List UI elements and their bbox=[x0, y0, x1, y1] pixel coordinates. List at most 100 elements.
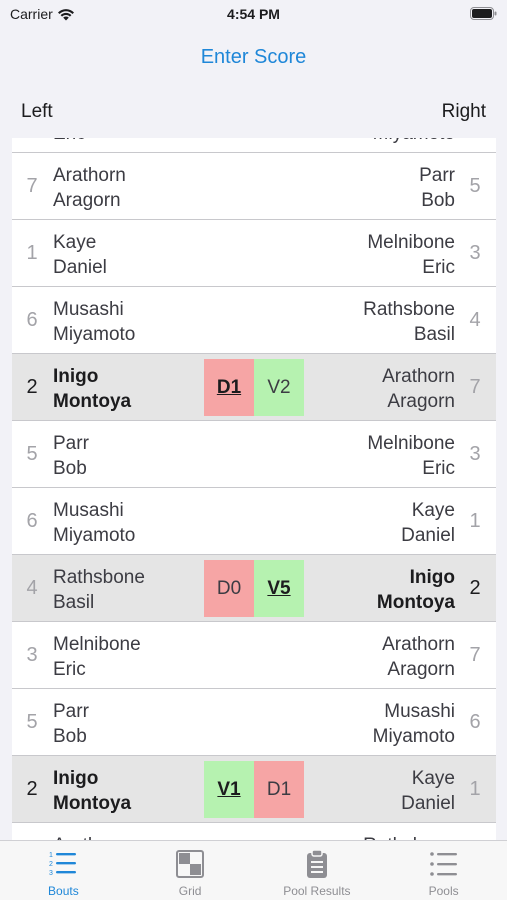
bout-row[interactable]: 1 Kaye Daniel Melnibone Eric 3 bbox=[12, 220, 496, 287]
right-fencer-last: Aragorn bbox=[387, 659, 455, 680]
tab-pool-results[interactable]: Pool Results bbox=[254, 841, 381, 900]
left-fencer-first: Parr bbox=[53, 701, 89, 722]
tab-bouts-label: Bouts bbox=[48, 884, 79, 898]
right-fencer-name: Rathsbone Basil bbox=[363, 297, 455, 347]
right-score-cell[interactable]: V5 bbox=[254, 560, 304, 617]
bout-row[interactable]: 5 Parr Bob Musashi Miyamoto 6 bbox=[12, 689, 496, 756]
right-fencer-last: Montoya bbox=[376, 592, 455, 613]
left-score-cell[interactable]: D0 bbox=[204, 560, 254, 617]
right-fencer-last: Eric bbox=[422, 257, 455, 278]
tab-bar: 1 2 3 Bouts Grid Pool Results Pools bbox=[0, 840, 507, 900]
left-fencer-name: Arathorn Aragorn bbox=[53, 163, 126, 213]
svg-text:1: 1 bbox=[49, 852, 53, 859]
left-fencer-last: Bob bbox=[53, 458, 87, 479]
left-fencer-first: Musashi bbox=[53, 500, 124, 521]
left-seed: 5 bbox=[26, 711, 38, 733]
right-fencer-last: Basil bbox=[413, 324, 455, 345]
left-fencer-last: Eric bbox=[53, 659, 86, 680]
tab-pools[interactable]: Pools bbox=[380, 841, 507, 900]
left-fencer-name: Musashi Miyamoto bbox=[53, 498, 135, 548]
right-seed: 4 bbox=[460, 823, 490, 840]
tab-grid[interactable]: Grid bbox=[127, 841, 254, 900]
left-fencer-last: Miyamoto bbox=[53, 324, 136, 345]
list-numbered-icon: 1 2 3 bbox=[49, 852, 77, 877]
left-seed: 3 bbox=[26, 644, 38, 666]
right-fencer-name: Arathorn Aragorn bbox=[382, 632, 455, 682]
right-fencer-first: Arathorn bbox=[382, 634, 455, 655]
left-fencer-name: Melnibone Eric bbox=[53, 138, 141, 146]
tab-grid-label: Grid bbox=[178, 884, 202, 898]
left-fencer-first: Inigo bbox=[53, 768, 99, 789]
left-fencer-name: Kaye Daniel bbox=[53, 230, 107, 280]
left-fencer-first: Melnibone bbox=[53, 634, 141, 655]
left-fencer-name: Arathorn Aragorn bbox=[53, 833, 126, 840]
left-fencer-first: Rathsbone bbox=[53, 567, 145, 588]
bout-row[interactable]: 3 Melnibone Eric Musashi Miyamoto 6 bbox=[12, 138, 496, 153]
right-fencer-last: Bob bbox=[421, 190, 455, 211]
right-score-cell[interactable]: D1 bbox=[254, 761, 304, 818]
right-fencer-first: Melnibone bbox=[367, 433, 455, 454]
right-seed: 5 bbox=[469, 175, 481, 197]
left-fencer-first: Arathorn bbox=[53, 165, 126, 186]
tab-pools-label: Pools bbox=[428, 884, 459, 898]
left-seed: 3 bbox=[17, 138, 47, 152]
left-fencer-last: Bob bbox=[53, 726, 87, 747]
right-fencer-last: Miyamoto bbox=[372, 726, 455, 747]
left-score-cell[interactable]: V1 bbox=[204, 761, 254, 818]
right-fencer-first: Parr bbox=[419, 165, 455, 186]
status-bar: Carrier 4:54 PM bbox=[0, 0, 507, 30]
right-fencer-first: Rathsbone bbox=[363, 299, 455, 320]
left-fencer-first: Parr bbox=[53, 433, 89, 454]
bout-row[interactable]: 5 Parr Bob Melnibone Eric 3 bbox=[12, 421, 496, 488]
bout-list[interactable]: 3 Melnibone Eric Musashi Miyamoto 6 7 Ar… bbox=[0, 138, 507, 840]
enter-score-button[interactable]: Enter Score bbox=[0, 46, 507, 69]
svg-text:2: 2 bbox=[49, 861, 53, 868]
left-fencer-last: Eric bbox=[53, 138, 141, 146]
right-fencer-name: Parr Bob bbox=[419, 163, 455, 213]
left-fencer-name: Parr Bob bbox=[53, 699, 89, 749]
right-fencer-first: Kaye bbox=[411, 768, 455, 789]
left-fencer-last: Miyamoto bbox=[53, 525, 136, 546]
left-seed: 2 bbox=[26, 778, 38, 800]
bout-row[interactable]: 2 Inigo Montoya Kaye Daniel 1 V1 D1 bbox=[12, 756, 496, 823]
right-fencer-name: Melnibone Eric bbox=[367, 230, 455, 280]
left-fencer-first: Inigo bbox=[53, 366, 99, 387]
left-fencer-name: Melnibone Eric bbox=[53, 632, 141, 682]
right-seed: 3 bbox=[469, 443, 481, 465]
right-fencer-name: Rathsbone Basil bbox=[363, 833, 455, 840]
right-seed: 7 bbox=[469, 644, 481, 666]
right-fencer-name: Kaye Daniel bbox=[401, 498, 455, 548]
navigation-bar: Enter Score bbox=[0, 30, 507, 86]
right-score-cell[interactable]: V2 bbox=[254, 359, 304, 416]
left-seed: 6 bbox=[26, 510, 38, 532]
left-fencer-first: Musashi bbox=[53, 299, 124, 320]
bout-row[interactable]: 2 Inigo Montoya Arathorn Aragorn 7 D1 V2 bbox=[12, 354, 496, 421]
right-fencer-name: Inigo Montoya bbox=[377, 565, 455, 615]
tab-bouts[interactable]: 1 2 3 Bouts bbox=[0, 841, 127, 900]
left-fencer-last: Daniel bbox=[53, 257, 107, 278]
left-seed: 2 bbox=[26, 376, 38, 398]
right-fencer-last: Eric bbox=[422, 458, 455, 479]
right-fencer-name: Kaye Daniel bbox=[401, 766, 455, 816]
right-fencer-last: Miyamoto bbox=[373, 138, 455, 146]
bout-row[interactable]: 6 Musashi Miyamoto Kaye Daniel 1 bbox=[12, 488, 496, 555]
left-score-cell[interactable]: D1 bbox=[204, 359, 254, 416]
status-time: 4:54 PM bbox=[227, 6, 280, 22]
right-seed: 1 bbox=[469, 510, 481, 532]
right-seed: 3 bbox=[469, 242, 481, 264]
bout-row[interactable]: 3 Melnibone Eric Arathorn Aragorn 7 bbox=[12, 622, 496, 689]
bout-row[interactable]: 7 Arathorn Aragorn Parr Bob 5 bbox=[12, 153, 496, 220]
left-seed: 6 bbox=[26, 309, 38, 331]
tab-pool-results-label: Pool Results bbox=[283, 884, 351, 898]
right-fencer-first: Rathsbone bbox=[363, 833, 455, 840]
left-fencer-last: Montoya bbox=[53, 391, 132, 412]
bout-row[interactable]: 4 Rathsbone Basil Inigo Montoya 2 D0 V5 bbox=[12, 555, 496, 622]
right-seed: 1 bbox=[469, 778, 481, 800]
right-seed: 2 bbox=[469, 577, 481, 599]
battery-icon bbox=[470, 7, 497, 20]
right-fencer-first: Arathorn bbox=[382, 366, 455, 387]
left-fencer-first: Kaye bbox=[53, 232, 97, 253]
svg-text:3: 3 bbox=[49, 870, 53, 877]
bout-row[interactable]: 7 Arathorn Aragorn Rathsbone Basil 4 bbox=[12, 823, 496, 840]
bout-row[interactable]: 6 Musashi Miyamoto Rathsbone Basil 4 bbox=[12, 287, 496, 354]
